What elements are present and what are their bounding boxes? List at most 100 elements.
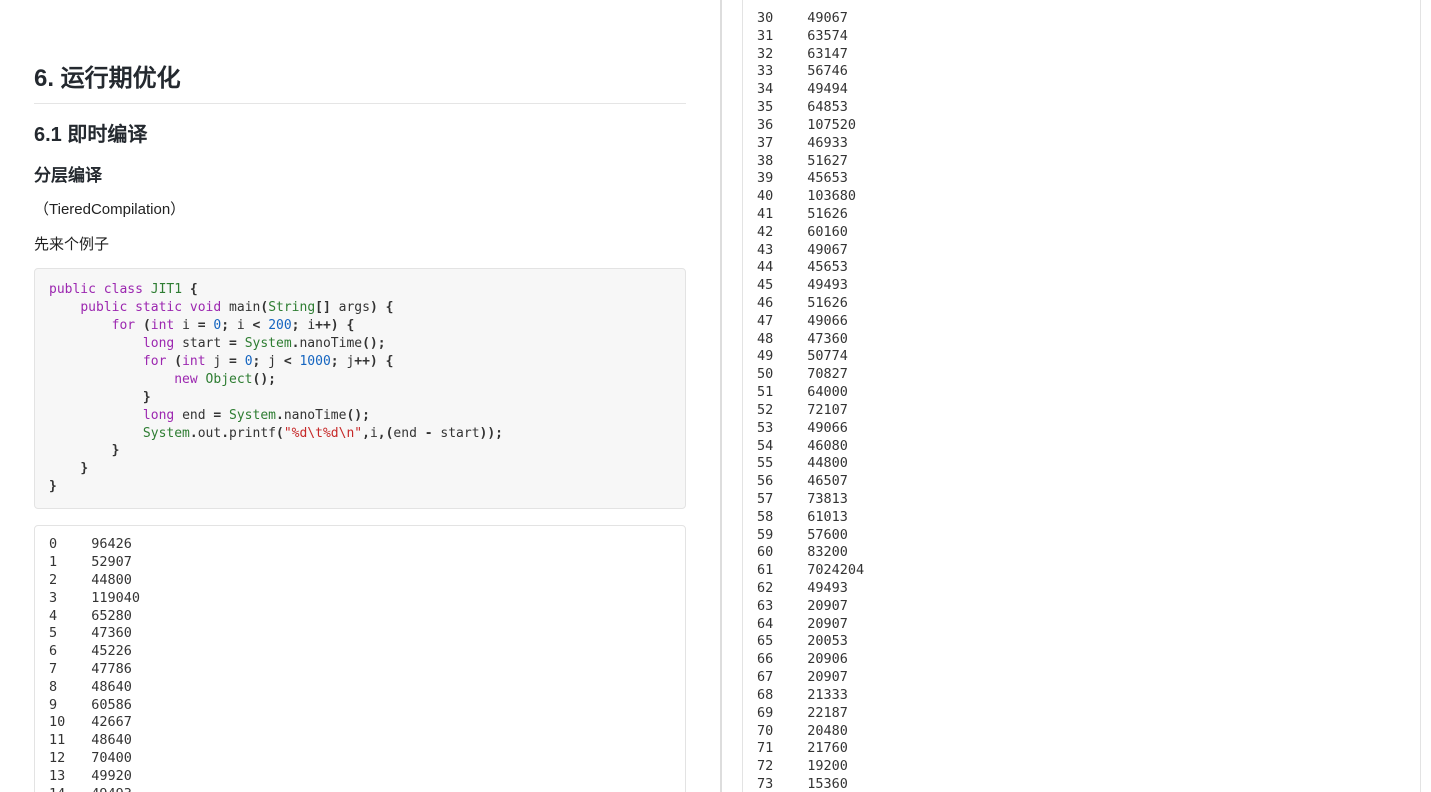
- output-value: 46507: [791, 473, 848, 489]
- output-value: 56746: [791, 63, 848, 79]
- output-value: 65280: [75, 608, 132, 624]
- output-row: 49 50774: [757, 348, 1406, 366]
- output-value: 60586: [75, 697, 132, 713]
- output-row: 6 45226: [49, 643, 671, 661]
- output-value: 19200: [791, 758, 848, 774]
- output-value: 20907: [791, 669, 848, 685]
- output-value: 48640: [75, 732, 132, 748]
- paragraph-note: （TieredCompilation）: [34, 198, 686, 219]
- output-index: 2: [49, 572, 75, 590]
- output-index: 7: [49, 661, 75, 679]
- output-index: 46: [757, 295, 791, 313]
- output-index: 32: [757, 46, 791, 64]
- output-value: 103680: [791, 188, 856, 204]
- output-value: 45226: [75, 643, 132, 659]
- output-index: 44: [757, 259, 791, 277]
- output-row: 0 96426: [49, 536, 671, 554]
- subsection-heading: 6.1 即时编译: [34, 118, 686, 147]
- output-index: 12: [49, 750, 75, 768]
- output-row: 48 47360: [757, 331, 1406, 349]
- output-index: 55: [757, 455, 791, 473]
- output-value: 51627: [791, 153, 848, 169]
- output-index: 1: [49, 554, 75, 572]
- output-value: 72107: [791, 402, 848, 418]
- output-index: 62: [757, 580, 791, 598]
- output-row: 45 49493: [757, 277, 1406, 295]
- output-value: 50774: [791, 348, 848, 364]
- output-value: 46080: [791, 438, 848, 454]
- output-value: 47360: [791, 331, 848, 347]
- output-value: 46933: [791, 135, 848, 151]
- output-value: 20906: [791, 651, 848, 667]
- output-row: 44 45653: [757, 259, 1406, 277]
- output-row: 11 48640: [49, 732, 671, 750]
- code-block-jit1: public class JIT1 { public static void m…: [34, 268, 686, 509]
- output-row: 42 60160: [757, 224, 1406, 242]
- output-index: 63: [757, 598, 791, 616]
- output-value: 73813: [791, 491, 848, 507]
- output-index: 70: [757, 723, 791, 741]
- output-index: 0: [49, 536, 75, 554]
- output-value: 49066: [791, 313, 848, 329]
- output-value: 44800: [75, 572, 132, 588]
- output-row: 63 20907: [757, 598, 1406, 616]
- output-index: 53: [757, 420, 791, 438]
- output-index: 71: [757, 740, 791, 758]
- output-value: 49493: [791, 277, 848, 293]
- output-value: 42667: [75, 714, 132, 730]
- output-row: 52 72107: [757, 402, 1406, 420]
- output-row: 56 46507: [757, 473, 1406, 491]
- output-row: 38 51627: [757, 153, 1406, 171]
- output-row: 58 61013: [757, 509, 1406, 527]
- output-index: 48: [757, 331, 791, 349]
- output-index: 61: [757, 562, 791, 580]
- output-value: 63147: [791, 46, 848, 62]
- output-index: 49: [757, 348, 791, 366]
- topic-heading: 分层编译: [34, 161, 686, 186]
- output-row: 31 63574: [757, 28, 1406, 46]
- output-value: 21333: [791, 687, 848, 703]
- output-row: 68 21333: [757, 687, 1406, 705]
- output-row: 12 70400: [49, 750, 671, 768]
- output-value: 7024204: [791, 562, 864, 578]
- output-row: 2 44800: [49, 572, 671, 590]
- output-value: 20907: [791, 616, 848, 632]
- output-index: 30: [757, 10, 791, 28]
- output-index: 43: [757, 242, 791, 260]
- output-row: 32 63147: [757, 46, 1406, 64]
- output-value: 49920: [75, 768, 132, 784]
- output-index: 73: [757, 776, 791, 792]
- output-row: 41 51626: [757, 206, 1406, 224]
- output-value: 20480: [791, 723, 848, 739]
- output-index: 13: [49, 768, 75, 786]
- output-index: 58: [757, 509, 791, 527]
- output-row: 55 44800: [757, 455, 1406, 473]
- output-value: 57600: [791, 527, 848, 543]
- output-value: 107520: [791, 117, 856, 133]
- output-index: 40: [757, 188, 791, 206]
- output-index: 59: [757, 527, 791, 545]
- output-row: 54 46080: [757, 438, 1406, 456]
- output-row: 5 47360: [49, 625, 671, 643]
- output-value: 52907: [75, 554, 132, 570]
- output-value: 119040: [75, 590, 140, 606]
- output-index: 56: [757, 473, 791, 491]
- output-row: 33 56746: [757, 63, 1406, 81]
- output-index: 51: [757, 384, 791, 402]
- output-value: 21760: [791, 740, 848, 756]
- output-value: 47360: [75, 625, 132, 641]
- output-value: 64853: [791, 99, 848, 115]
- output-row: 53 49066: [757, 420, 1406, 438]
- output-value: 49066: [791, 420, 848, 436]
- output-row: 10 42667: [49, 714, 671, 732]
- output-index: 50: [757, 366, 791, 384]
- output-index: 31: [757, 28, 791, 46]
- output-index: 41: [757, 206, 791, 224]
- output-index: 36: [757, 117, 791, 135]
- output-index: 60: [757, 544, 791, 562]
- output-index: 38: [757, 153, 791, 171]
- output-value: 63574: [791, 28, 848, 44]
- output-row: 71 21760: [757, 740, 1406, 758]
- output-value: 83200: [791, 544, 848, 560]
- output-value: 48640: [75, 679, 132, 695]
